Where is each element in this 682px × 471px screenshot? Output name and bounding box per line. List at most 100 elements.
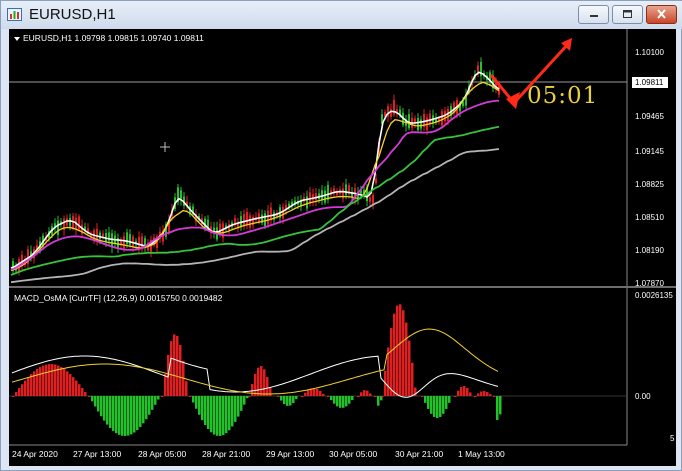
macd-histogram-bar [148, 396, 151, 415]
macd-histogram-bar [15, 391, 18, 396]
close-button[interactable] [646, 5, 677, 24]
macd-histogram-bar [248, 396, 251, 397]
time-label: 29 Apr 13:00 [266, 449, 315, 459]
macd-histogram-bar [457, 390, 460, 396]
macd-histogram-bar [251, 384, 254, 396]
price-label: 1.09145 [635, 147, 664, 156]
macd-histogram-bar [463, 386, 466, 396]
macd-histogram-bar [170, 341, 173, 396]
macd-histogram-bar [234, 396, 237, 422]
macd-histogram-bar [12, 396, 15, 397]
macd-histogram-bar [363, 390, 366, 396]
candle [420, 119, 422, 129]
macd-histogram-bar [75, 380, 78, 396]
candle [429, 113, 431, 125]
time-label: 30 Apr 21:00 [395, 449, 444, 459]
macd-histogram-bar [377, 396, 380, 406]
macd-histogram-bar [198, 396, 201, 415]
macd-histogram-bar [442, 396, 445, 414]
macd-histogram-bar [496, 396, 499, 421]
minimize-button[interactable] [578, 5, 609, 24]
restore-button[interactable] [612, 5, 643, 24]
macd-histogram-bar [112, 396, 115, 431]
macd-histogram-bar [396, 305, 399, 396]
macd-histogram-bar [369, 393, 372, 396]
current-price-label: 1.09811 [632, 77, 668, 88]
macd-histogram-bar [136, 396, 139, 431]
macd-histogram-bar [307, 390, 310, 396]
macd-histogram-bar [78, 384, 81, 396]
window-title: EURUSD,H1 [29, 6, 116, 23]
macd-histogram-bar [204, 396, 207, 426]
macd-histogram-bar [480, 391, 483, 396]
price-label: 1.08825 [635, 180, 664, 189]
chart-menu-icon[interactable] [14, 36, 20, 41]
macd-histogram-bar [18, 388, 21, 396]
macd-histogram-bar [445, 396, 448, 409]
price-chart[interactable]: EURUSD,H1 1.09798 1.09815 1.09740 1.0981… [9, 29, 676, 466]
macd-histogram-bar [60, 367, 63, 396]
macd-histogram-bar [454, 396, 457, 397]
macd-histogram-bar [339, 396, 342, 408]
macd-histogram-bar [164, 374, 167, 396]
macd-histogram-bar [94, 396, 97, 407]
macd-histogram-bar [411, 362, 414, 396]
macd-histogram-bar [84, 391, 87, 396]
macd-histogram-bar [142, 396, 145, 424]
terminal-window: EURUSD,H1 EURUSD,H1 1.09798 1.09815 1.09… [0, 0, 682, 471]
macd-histogram-bar [439, 396, 442, 417]
macd-histogram-bar [115, 396, 118, 434]
macd-histogram-bar [277, 396, 280, 397]
macd-histogram-bar [173, 334, 176, 396]
macd-histogram-bar [263, 369, 266, 396]
macd-histogram-bar [27, 377, 30, 396]
title-bar[interactable]: EURUSD,H1 [1, 1, 682, 29]
candle [99, 232, 101, 239]
candle [246, 211, 248, 226]
macd-histogram-bar [390, 328, 393, 396]
macd-histogram-bar [91, 396, 94, 402]
candle [57, 220, 59, 235]
candle [324, 190, 326, 203]
macd-histogram-bar [408, 340, 411, 396]
macd-histogram-bar [330, 396, 333, 401]
macd-histogram-bar [366, 390, 369, 396]
macd-histogram-bar [176, 335, 179, 396]
macd-histogram-bar [213, 396, 216, 435]
macd-histogram-bar [421, 396, 424, 397]
macd-histogram-bar [88, 396, 91, 397]
macd-histogram-bar [374, 396, 377, 397]
macd-histogram-bar [430, 396, 433, 414]
candle [267, 210, 269, 225]
candle [249, 215, 251, 228]
macd-histogram-bar [48, 364, 51, 396]
macd-histogram-bar [257, 367, 260, 396]
macd-histogram-bar [322, 393, 325, 396]
candle [243, 214, 245, 227]
macd-histogram-bar [405, 322, 408, 396]
macd-histogram-bar [345, 396, 348, 407]
macd-header: MACD_OsMA [CurrTF] (12,26,9) 0.0015750 0… [14, 293, 223, 303]
macd-histogram-bar [66, 371, 69, 396]
macd-histogram-bar [109, 396, 112, 429]
macd-histogram-bar [154, 396, 157, 405]
candle [123, 236, 125, 249]
macd-label: 5 [670, 434, 675, 443]
macd-histogram-bar [185, 381, 188, 396]
time-label: 27 Apr 13:00 [73, 449, 122, 459]
macd-histogram-bar [103, 396, 106, 421]
macd-histogram-bar [21, 384, 24, 396]
candle [111, 233, 113, 248]
candle [129, 234, 131, 245]
candle [375, 178, 377, 184]
macd-histogram-bar [280, 396, 283, 401]
crosshair-cursor [160, 142, 170, 152]
minimize-icon [590, 15, 598, 17]
candle [441, 111, 443, 126]
macd-histogram-bar [289, 396, 292, 406]
candle [270, 207, 272, 221]
macd-histogram-bar [63, 368, 66, 396]
macd-histogram-bar [448, 396, 451, 403]
subwindow-divider[interactable] [9, 286, 676, 288]
macd-histogram-bar [393, 313, 396, 396]
